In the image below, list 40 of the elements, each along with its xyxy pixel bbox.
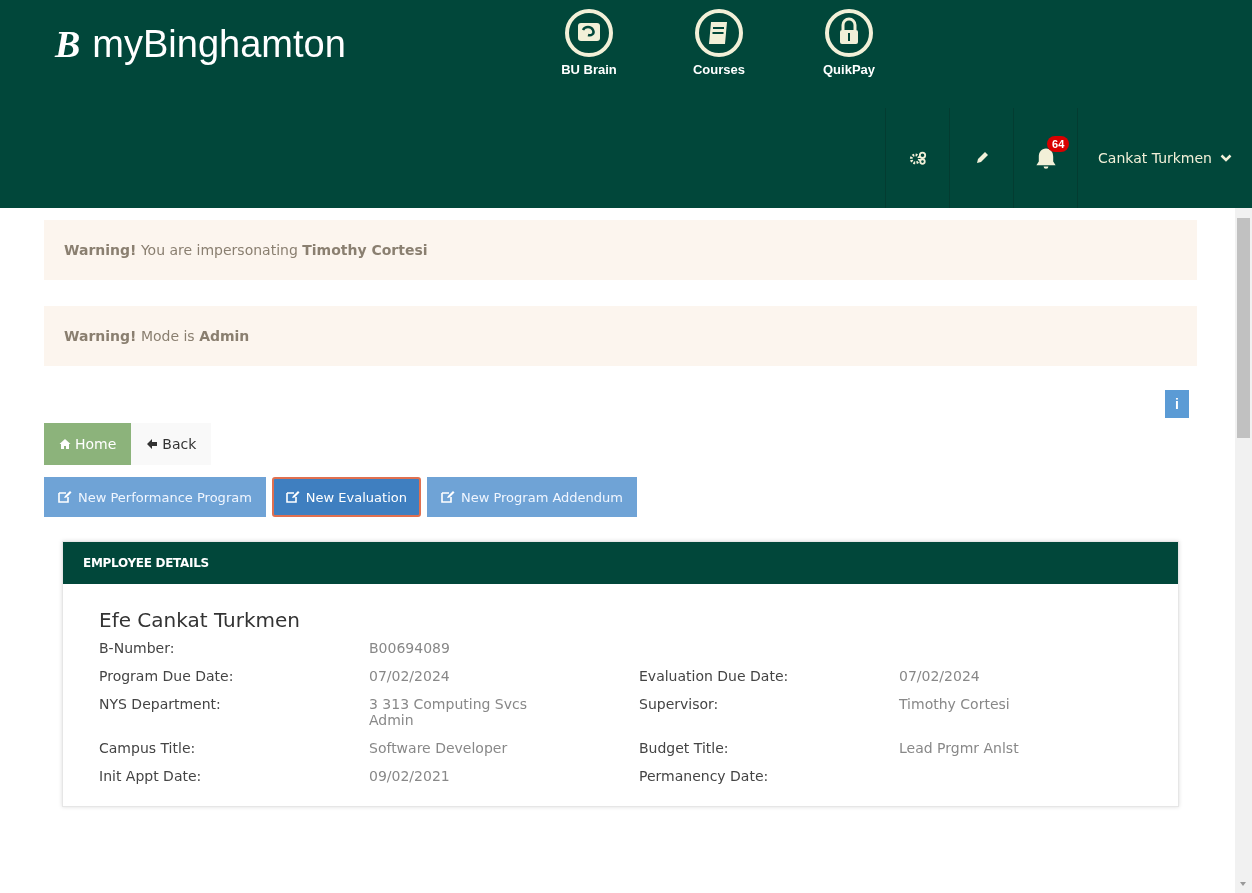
quick-link[interactable]: QuikPay bbox=[807, 8, 891, 77]
back-button[interactable]: Back bbox=[131, 423, 212, 465]
home-icon bbox=[59, 438, 71, 450]
action-button[interactable]: New Evaluation bbox=[271, 477, 421, 517]
field-value: Software Developer bbox=[369, 740, 509, 756]
employee-name: Efe Cankat Turkmen bbox=[99, 608, 302, 632]
field-label: Init Appt Date: bbox=[99, 768, 203, 784]
quick-link[interactable]: BU Brain bbox=[547, 8, 631, 77]
panel-title: EMPLOYEE DETAILS bbox=[63, 542, 1178, 584]
arrow-left-icon bbox=[146, 438, 159, 450]
field-value: Timothy Cortesi bbox=[899, 696, 1011, 714]
field-value: 3 313 Computing Svcs Admin bbox=[369, 696, 529, 728]
field-value: Lead Prgmr Anlst bbox=[899, 740, 1020, 756]
field-label: Budget Title: bbox=[639, 740, 730, 756]
field-label: NYS Department: bbox=[99, 696, 222, 714]
field-label: B-Number: bbox=[99, 640, 176, 656]
warning-alert: Warning! Mode is Admin bbox=[44, 306, 1197, 366]
field-value: 07/02/2024 bbox=[899, 668, 981, 684]
field-value: 07/02/2024 bbox=[369, 668, 451, 684]
field-label: Evaluation Due Date: bbox=[639, 668, 790, 684]
field-label: Campus Title: bbox=[99, 740, 197, 756]
field-label: Permanency Date: bbox=[639, 768, 770, 784]
brain-icon bbox=[564, 8, 614, 58]
notification-badge: 64 bbox=[1047, 136, 1070, 152]
edit-icon bbox=[285, 491, 300, 503]
logo-mark[interactable]: B bbox=[55, 22, 81, 66]
field-label: Program Due Date: bbox=[99, 668, 235, 684]
book-icon bbox=[694, 8, 744, 58]
lock-icon bbox=[824, 8, 874, 58]
quick-link[interactable]: Courses bbox=[677, 8, 761, 77]
field-value: 09/02/2021 bbox=[369, 768, 451, 784]
warning-alert: Warning! You are impersonating Timothy Cortesi bbox=[44, 220, 1197, 280]
edit-icon bbox=[440, 491, 455, 503]
scrollbar-thumb[interactable] bbox=[1237, 218, 1250, 438]
field-label: Supervisor: bbox=[639, 696, 720, 714]
chevron-down-icon bbox=[1220, 154, 1232, 162]
scrollbar[interactable] bbox=[1235, 208, 1252, 893]
edit-icon bbox=[58, 491, 72, 503]
field-value: B00694089 bbox=[369, 640, 451, 656]
site-name[interactable]: myBinghamton bbox=[92, 22, 346, 66]
